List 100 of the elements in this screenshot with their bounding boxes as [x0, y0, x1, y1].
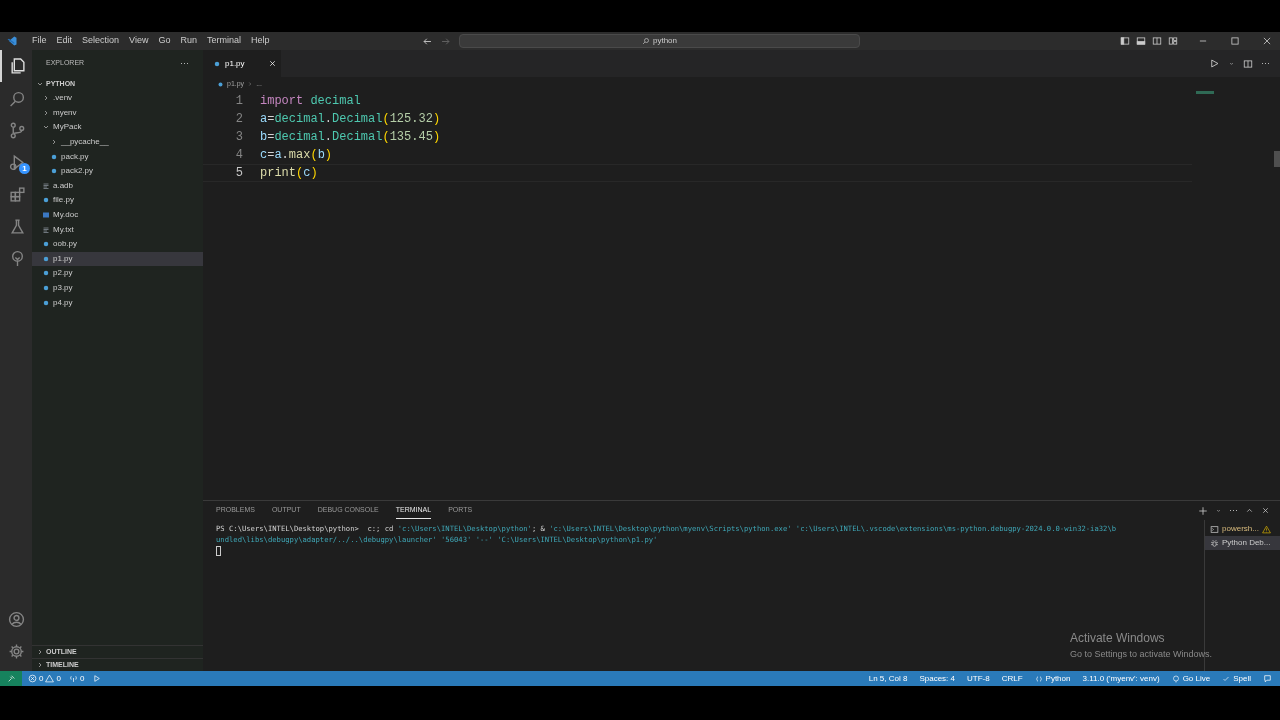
chevron-down-icon[interactable]	[1215, 507, 1222, 514]
minimap	[1196, 91, 1214, 94]
file-tree-item[interactable]: oob.py	[32, 236, 203, 252]
python-file-icon	[213, 59, 221, 68]
forward-arrow-icon[interactable]	[440, 36, 451, 47]
play-bug-icon	[8, 153, 26, 171]
notifications-icon[interactable]	[1263, 674, 1272, 683]
status-bar-item[interactable]: CRLF	[1001, 672, 1023, 685]
terminal-icon	[1210, 524, 1219, 534]
braces-icon	[1034, 674, 1043, 683]
code-line: a=decimal.Decimal(125.32)	[260, 111, 441, 128]
chevron-down-icon[interactable]	[1228, 60, 1235, 67]
file-tree-item[interactable]: My.doc	[32, 207, 203, 223]
ports-indicator[interactable]: 0	[68, 672, 85, 685]
file-tree-item[interactable]: pack2.py	[32, 163, 203, 179]
command-center-search[interactable]: python	[459, 34, 860, 48]
account-icon[interactable]	[7, 610, 25, 628]
file-tree-item[interactable]: p4.py	[32, 295, 203, 310]
menu-item[interactable]: Terminal	[202, 33, 245, 49]
status-bar-item[interactable]: Python	[1034, 672, 1071, 685]
line-number: 4	[234, 147, 243, 164]
status-bar-item[interactable]: Go Live	[1171, 672, 1211, 685]
antenna-icon	[68, 674, 78, 683]
close-icon[interactable]	[1262, 36, 1272, 46]
sidebar-layout-icon[interactable]	[1120, 36, 1130, 46]
status-bar-item[interactable]: 3.11.0 ('myenv': venv)	[1082, 672, 1160, 685]
status-bar-item[interactable]: Ln 5, Col 8	[868, 672, 908, 685]
text-file-icon	[42, 225, 50, 234]
app-logo-icon	[6, 35, 18, 47]
terminal-list-item[interactable]: Python Deb...	[1205, 536, 1280, 550]
line-number: 5	[234, 165, 243, 182]
menu-item[interactable]: View	[125, 33, 153, 49]
file-tree-item[interactable]: p1.py	[32, 251, 203, 267]
chevron-right-icon	[247, 81, 254, 87]
python-file-icon	[42, 196, 50, 205]
file-tree-item[interactable]: a.adb	[32, 178, 203, 194]
split-layout-icon[interactable]	[1152, 36, 1162, 46]
bug-icon	[1210, 538, 1219, 548]
editor-tab[interactable]: p1.py	[203, 50, 281, 77]
file-tree-item[interactable]: myenv	[32, 105, 203, 121]
error-icon	[28, 674, 37, 683]
file-tree-item[interactable]: p3.py	[32, 280, 203, 296]
warning-icon	[45, 674, 55, 683]
menu-item[interactable]: Help	[246, 33, 274, 49]
problems-indicator[interactable]: 0 0	[28, 672, 61, 685]
panel-layout-icon[interactable]	[1136, 36, 1146, 46]
plus-icon[interactable]	[1198, 505, 1208, 516]
notification-badge: 1	[19, 163, 30, 174]
scrollbar-thumb[interactable]	[1274, 151, 1280, 167]
close-icon[interactable]	[1261, 506, 1270, 515]
back-arrow-icon[interactable]	[422, 36, 433, 47]
more-actions-button[interactable]: ···	[1261, 56, 1270, 71]
code-line: c=a.max(b)	[260, 147, 333, 164]
search-icon	[8, 89, 26, 107]
settings-icon[interactable]	[7, 642, 25, 660]
terminal-list-item[interactable]: powersh...	[1205, 522, 1280, 536]
document-file-icon	[42, 211, 50, 220]
menu-item[interactable]: Run	[176, 33, 201, 49]
menu-item[interactable]: Selection	[78, 33, 124, 49]
check-icon	[1222, 674, 1231, 683]
python-file-icon	[217, 80, 224, 88]
branch-icon	[8, 121, 26, 139]
code-line: print(c)	[260, 165, 318, 182]
customize-layout-icon[interactable]	[1168, 36, 1178, 46]
activation-title: Activate Windows	[1069, 629, 1166, 647]
code-line: b=decimal.Decimal(135.45)	[260, 129, 441, 146]
maximize-icon[interactable]	[1230, 36, 1240, 46]
terminal-cursor	[216, 546, 221, 556]
line-number: 2	[234, 111, 243, 128]
status-bar-item[interactable]: UTF-8	[967, 672, 990, 685]
code-line: import decimal	[260, 93, 361, 110]
text-file-icon	[42, 181, 50, 190]
file-tree-item[interactable]: .venv	[32, 91, 203, 106]
menu-item[interactable]: File	[28, 33, 51, 49]
broadcast-icon	[1171, 674, 1180, 683]
activation-message: Go to Settings to activate Windows.	[1069, 647, 1212, 661]
chevron-right-icon	[50, 138, 58, 147]
menu-item[interactable]: Edit	[52, 33, 77, 49]
line-number: 1	[234, 93, 243, 110]
chevron-up-icon[interactable]	[1245, 506, 1254, 515]
file-tree-item[interactable]: file.py	[32, 193, 203, 208]
file-tree-item[interactable]: MyPack	[32, 120, 203, 135]
remote-icon	[6, 674, 16, 683]
debug-run-icon[interactable]	[92, 674, 102, 683]
file-tree-item[interactable]: My.txt	[32, 222, 203, 237]
more-actions-button[interactable]: ···	[180, 56, 189, 71]
chevron-down-icon	[36, 80, 44, 88]
files-icon	[8, 57, 26, 75]
flask-icon	[8, 217, 26, 235]
status-bar-item[interactable]: Spaces: 4	[919, 672, 955, 685]
split-editor-icon[interactable]	[1243, 58, 1253, 69]
run-icon[interactable]	[1209, 58, 1220, 69]
more-actions-button[interactable]: ···	[1229, 503, 1238, 518]
file-tree-item[interactable]: pack.py	[32, 149, 203, 164]
search-icon	[642, 37, 650, 45]
file-tree-item[interactable]: __pycache__	[32, 134, 203, 150]
status-bar-item[interactable]: Spell	[1222, 672, 1251, 685]
menu-item[interactable]: Go	[154, 33, 175, 49]
file-tree-item[interactable]: p2.py	[32, 266, 203, 281]
extensions-icon	[8, 185, 26, 203]
